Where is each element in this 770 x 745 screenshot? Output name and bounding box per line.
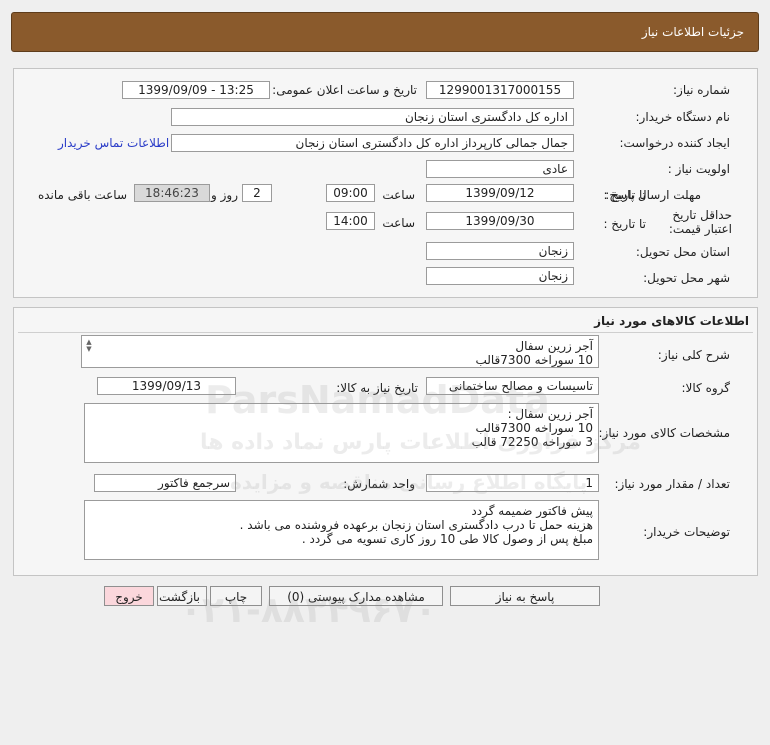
goods-spec-field: آجر زرین سفال : 10 سوراخه 7300قالب 3 سور… xyxy=(84,403,599,463)
goods-group-label: گروه کالا: xyxy=(681,381,731,395)
notes-line: پیش فاکتور ضمیمه گردد xyxy=(471,504,593,518)
days-label: روز و xyxy=(211,188,238,202)
priority-field: عادی xyxy=(426,160,574,178)
general-desc-label: شرح کلی نیاز: xyxy=(657,348,730,362)
price-time-field: 14:00 xyxy=(326,212,375,230)
days-remaining-field: 2 xyxy=(242,184,272,202)
announce-datetime-field: 1399/09/09 - 13:25 xyxy=(122,81,270,99)
price-to-date-label: تا تاریخ : xyxy=(603,217,646,231)
goods-group-field: تاسیسات و مصالح ساختمانی xyxy=(426,377,599,395)
exit-button[interactable]: خروج xyxy=(104,586,154,606)
goods-section-title: اطلاعات کالاهای مورد نیاز xyxy=(594,314,749,328)
view-attachments-button[interactable]: مشاهده مدارک پیوستی (0) xyxy=(269,586,443,606)
scroll-arrows-icon[interactable]: ▲ ▼ xyxy=(85,339,93,353)
buyer-notes-field: پیش فاکتور ضمیمه گردد هزینه حمل تا درب د… xyxy=(84,500,599,560)
need-number-label: شماره نیاز: xyxy=(673,83,730,97)
notes-line: مبلغ پس از وصول کالا طی 10 روز کاری تسوی… xyxy=(301,532,593,546)
buyer-notes-label: توضیحات خریدار: xyxy=(643,525,730,539)
province-field: زنجان xyxy=(426,242,574,260)
print-button[interactable]: چاپ xyxy=(210,586,262,606)
reply-to-need-button[interactable]: پاسخ به نیاز xyxy=(450,586,600,606)
reply-to-date-label: تا تاریخ : xyxy=(603,188,646,202)
city-label: شهر محل تحویل: xyxy=(643,271,730,285)
spec-line: آجر زرین سفال : xyxy=(507,407,593,421)
buyer-contact-link[interactable]: اطلاعات تماس خریدار xyxy=(58,136,169,150)
requester-label: ایجاد کننده درخواست: xyxy=(619,136,730,150)
price-validity-label: حداقل تاریخ اعتبار قیمت: xyxy=(668,208,732,236)
section-divider xyxy=(18,332,753,333)
buyer-org-label: نام دستگاه خریدار: xyxy=(635,110,731,124)
desc-line: 10 سوراخه 7300قالب xyxy=(475,353,593,367)
desc-line: آجر زرین سفال xyxy=(515,339,593,353)
spec-line: 3 سوراخه 72250 قالب xyxy=(471,435,593,449)
notes-line: هزینه حمل تا درب دادگستری استان زنجان بر… xyxy=(239,518,593,532)
quantity-label: تعداد / مقدار مورد نیاز: xyxy=(614,477,730,491)
page-title: جزئیات اطلاعات نیاز xyxy=(641,25,744,39)
remaining-time-field: 18:46:23 xyxy=(134,184,210,202)
spec-line: 10 سوراخه 7300قالب xyxy=(475,421,593,435)
reply-date-field: 1399/09/12 xyxy=(426,184,574,202)
priority-label: اولویت نیاز : xyxy=(667,162,730,176)
buyer-org-field: اداره کل دادگستری استان زنجان xyxy=(171,108,574,126)
price-time-label: ساعت xyxy=(382,216,415,230)
announce-datetime-label: تاریخ و ساعت اعلان عمومی: xyxy=(272,83,417,97)
need-info-panel xyxy=(13,68,758,298)
need-number-field: 1299001317000155 xyxy=(426,81,574,99)
unit-field: سرجمع فاکتور xyxy=(94,474,236,492)
city-field: زنجان xyxy=(426,267,574,285)
goods-spec-label: مشخصات کالای مورد نیاز: xyxy=(598,426,730,440)
general-desc-field[interactable]: آجر زرین سفال 10 سوراخه 7300قالب ▲ ▼ xyxy=(81,335,599,368)
need-date-field: 1399/09/13 xyxy=(97,377,236,395)
requester-field: جمال جمالی کارپرداز اداره کل دادگستری اس… xyxy=(171,134,574,152)
price-date-field: 1399/09/30 xyxy=(426,212,574,230)
unit-label: واحد شمارش: xyxy=(343,477,415,491)
back-button[interactable]: بازگشت xyxy=(157,586,207,606)
need-date-label: تاریخ نیاز به کالا: xyxy=(336,381,418,395)
province-label: استان محل تحویل: xyxy=(635,245,730,259)
quantity-field: 1 xyxy=(426,474,599,492)
reply-time-label: ساعت xyxy=(382,188,415,202)
reply-time-field: 09:00 xyxy=(326,184,375,202)
page-header: جزئیات اطلاعات نیاز xyxy=(11,12,759,52)
remaining-label: ساعت باقی مانده xyxy=(37,188,127,202)
